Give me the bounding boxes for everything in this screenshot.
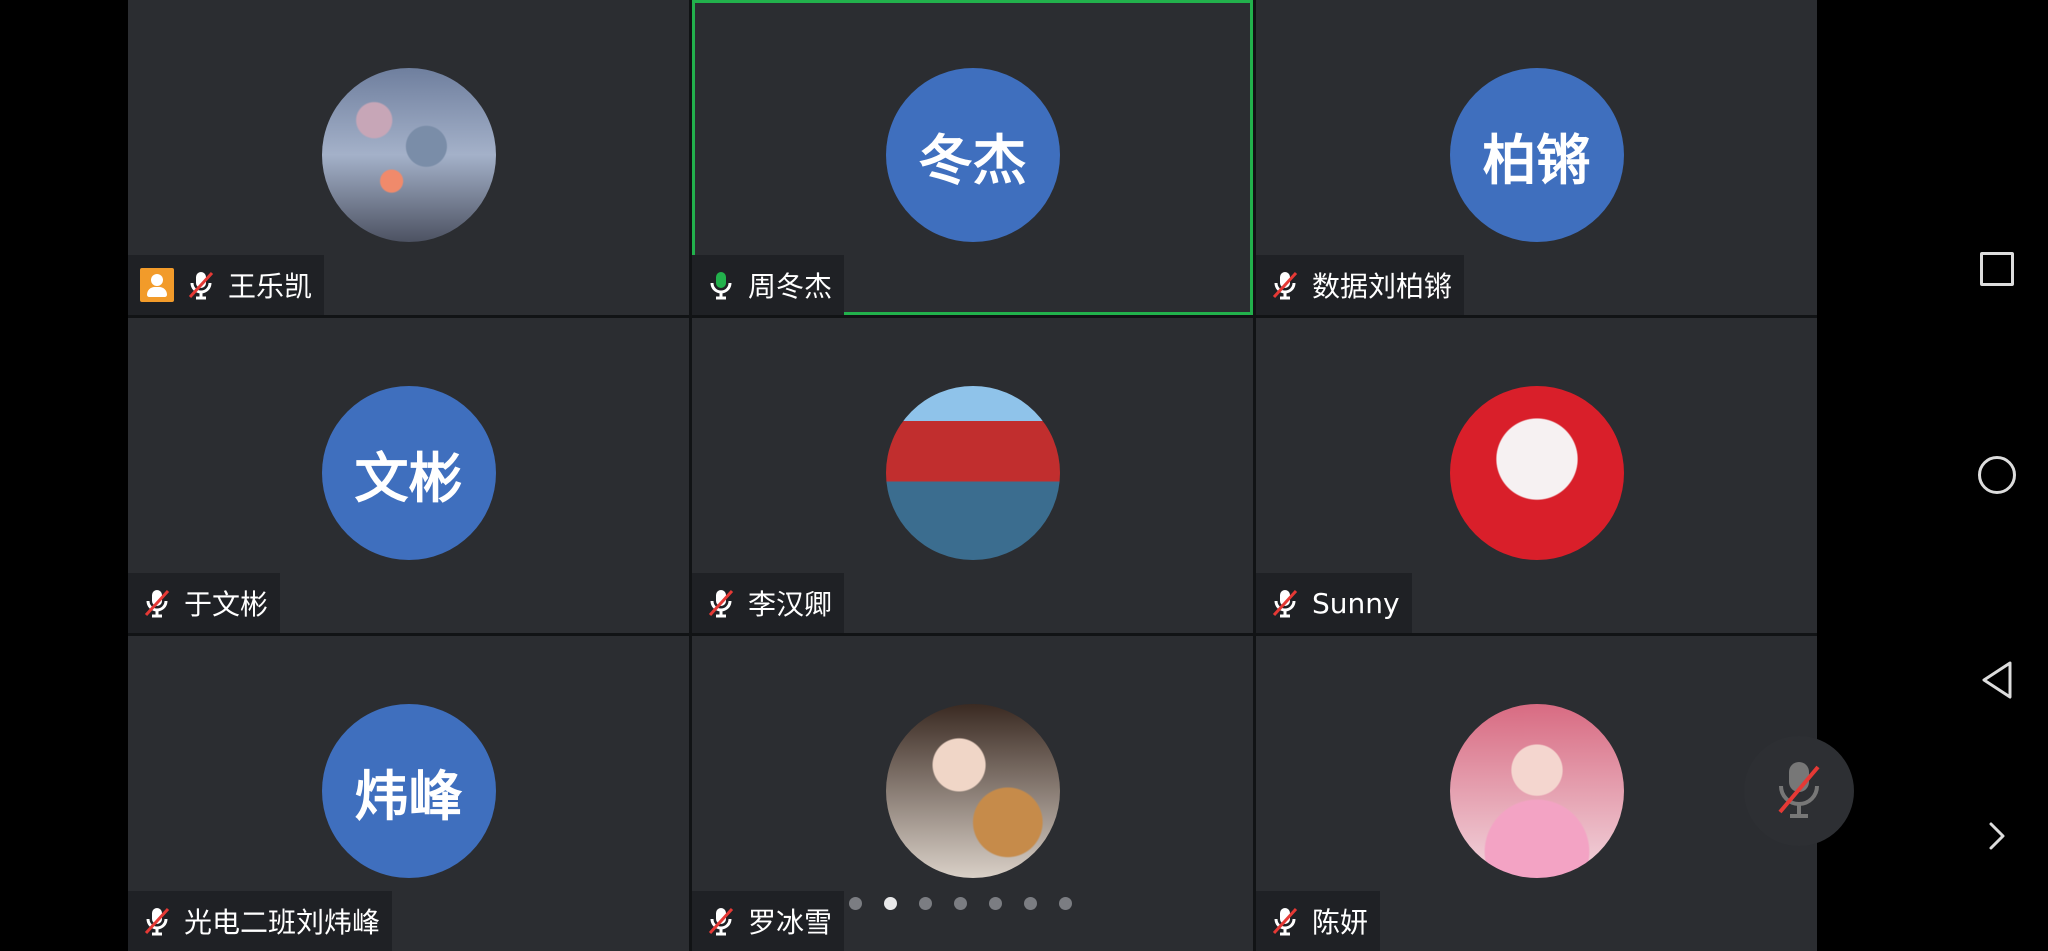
participant-tile-9[interactable]: 陈妍 — [1256, 636, 1817, 951]
mic-off-icon — [708, 907, 734, 936]
participant-label: 光电二班刘炜峰 — [128, 891, 393, 951]
participant-avatar — [885, 386, 1060, 560]
page-dot[interactable] — [1059, 897, 1072, 910]
participant-name: 罗冰雪 — [748, 906, 833, 939]
participant-label: 于文彬 — [128, 573, 281, 633]
mute-toggle-button[interactable] — [1744, 736, 1854, 846]
page-dot-active[interactable] — [884, 897, 897, 910]
page-dot[interactable] — [849, 897, 862, 910]
system-navigation-bar — [1946, 0, 2048, 951]
page-indicator[interactable] — [849, 897, 1072, 910]
mic-off-icon — [1778, 762, 1820, 818]
mic-off-icon — [188, 271, 214, 300]
participant-label: 数据刘柏锵 — [1256, 255, 1465, 315]
participant-name: 于文彬 — [184, 588, 269, 621]
participant-name: 数据刘柏锵 — [1312, 270, 1453, 303]
participant-avatar — [885, 704, 1060, 878]
mic-off-icon — [1272, 589, 1298, 618]
participant-tile-4[interactable]: 文彬 于文彬 — [128, 318, 689, 633]
participant-label: Sunny — [1256, 573, 1412, 633]
participant-avatar — [1449, 704, 1624, 878]
participant-avatar — [1449, 386, 1624, 560]
person-icon — [140, 268, 174, 302]
participant-label: 王乐凯 — [128, 255, 325, 315]
participant-avatar: 冬杰 — [885, 68, 1060, 242]
page-dot[interactable] — [954, 897, 967, 910]
participant-name: 陈妍 — [1312, 906, 1369, 939]
mic-icon — [710, 272, 732, 300]
mic-off-icon — [144, 589, 170, 618]
participant-name: 李汉卿 — [748, 588, 833, 621]
page-dot[interactable] — [919, 897, 932, 910]
mic-off-icon — [1272, 907, 1298, 936]
circle-icon[interactable] — [1977, 455, 2017, 495]
participant-tile-6[interactable]: Sunny — [1256, 318, 1817, 633]
participant-tile-3[interactable]: 柏锵 数据刘柏锵 — [1256, 0, 1817, 315]
mic-off-icon — [1272, 271, 1298, 300]
mic-off-icon — [144, 907, 170, 936]
page-dot[interactable] — [1024, 897, 1037, 910]
participant-name: 周冬杰 — [748, 270, 833, 303]
participant-label: 罗冰雪 — [692, 891, 845, 951]
participant-label: 周冬杰 — [692, 255, 845, 315]
participant-name: Sunny — [1312, 586, 1400, 620]
participant-avatar: 柏锵 — [1449, 68, 1624, 242]
square-icon[interactable] — [1977, 249, 2017, 289]
participant-tile-1[interactable]: 王乐凯 — [128, 0, 689, 315]
participant-label: 李汉卿 — [692, 573, 845, 633]
back-icon[interactable] — [1977, 660, 2017, 700]
participant-name: 光电二班刘炜峰 — [184, 906, 381, 939]
participant-avatar — [321, 68, 496, 242]
participant-tile-5[interactable]: 李汉卿 — [692, 318, 1253, 633]
participant-avatar: 炜峰 — [321, 704, 496, 878]
chevron-right-icon[interactable] — [1977, 816, 2017, 856]
participant-label: 陈妍 — [1256, 891, 1381, 951]
participant-tile-7[interactable]: 炜峰 光电二班刘炜峰 — [128, 636, 689, 951]
participant-name: 王乐凯 — [228, 270, 313, 303]
page-dot[interactable] — [989, 897, 1002, 910]
participant-tile-2[interactable]: 冬杰 周冬杰 — [692, 0, 1253, 315]
participant-grid: 王乐凯 冬杰 周冬杰 柏锵 数据刘柏锵 文彬 于文彬 李汉卿 Sunny 炜峰 … — [128, 0, 1817, 951]
mic-off-icon — [708, 589, 734, 618]
participant-avatar: 文彬 — [321, 386, 496, 560]
